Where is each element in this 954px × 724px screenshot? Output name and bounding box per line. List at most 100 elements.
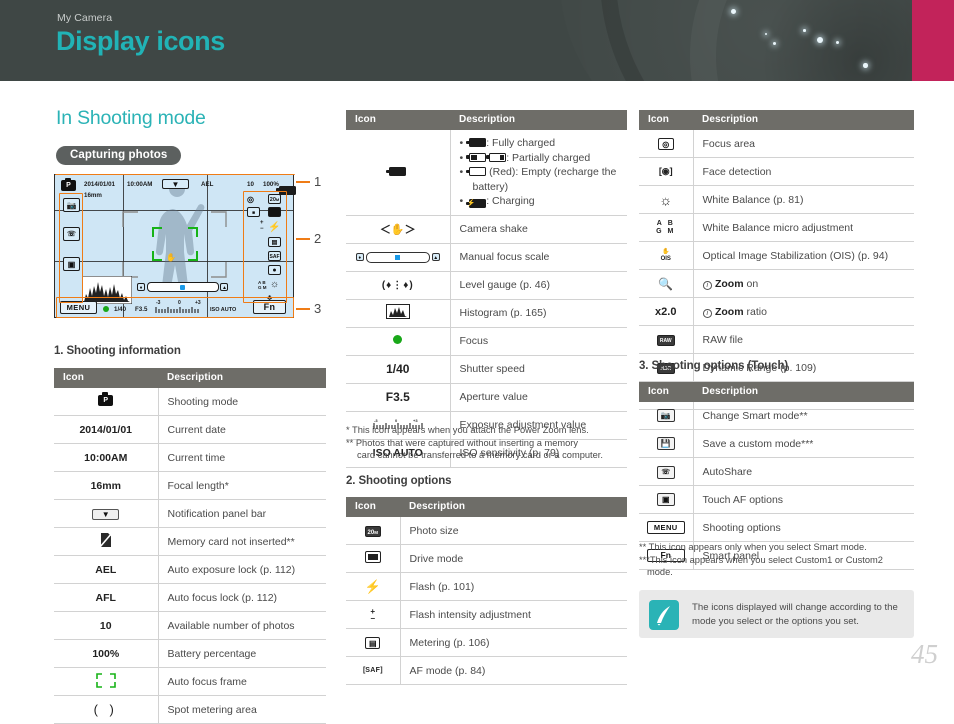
table-row: [◉] Face detection [639, 157, 914, 186]
svg-text:0: 0 [395, 418, 398, 423]
table-2-footnotes: * This icon appears when you attach the … [346, 424, 631, 462]
touch-af-icon: ▣ [639, 485, 693, 514]
focus-dot-icon [346, 327, 450, 356]
row-icon-text: F3.5 [346, 383, 450, 412]
footnote-line: * This icon appears when you attach the … [346, 425, 589, 435]
table-row: 10:00AM Current time [54, 443, 326, 472]
table-shooting-options: Icon Description 20M Photo size Drive mo… [346, 497, 627, 685]
level-gauge-icon: (♦⋮♦) [346, 271, 450, 300]
col-header-icon: Icon [346, 110, 450, 130]
camera-lcd-illustration: 2014/01/01 10:00AM ▼ AEL 10 100% 16mm ◎ … [54, 174, 296, 318]
battery-partial-icon [466, 152, 487, 162]
table-header-row: Icon Description [54, 368, 326, 388]
subsection-badge: Capturing photos [56, 146, 182, 165]
header-sparkle-dot [773, 42, 776, 45]
ois-icon: ✋ OIS [639, 241, 693, 270]
row-icon-text: AFL [54, 583, 158, 612]
table-row: [SAF] AF mode (p. 84) [346, 656, 627, 685]
row-desc: Level gauge (p. 46) [449, 271, 627, 300]
row-desc: Memory card not inserted** [157, 527, 326, 556]
row-desc: Histogram (p. 165) [449, 299, 627, 328]
callout-highlight-right-icons [243, 191, 287, 303]
callout-number-3: 3 [314, 301, 322, 316]
callout-leader-1 [296, 181, 310, 183]
table-row: ＜✋＞ Camera shake [346, 215, 627, 244]
col-header-description: Description [450, 110, 627, 130]
callout-highlight-3 [56, 297, 294, 318]
page-number: 45 [911, 639, 938, 669]
header-sparkle-dot [731, 9, 736, 14]
table-row-battery: : Fully charged : Partially charged (Red… [346, 130, 627, 216]
spot-metering-area-icon: ( ) [54, 695, 158, 724]
manual-page: My Camera Display icons In Shooting mode… [0, 0, 954, 724]
flash-intensity-icon: + − [346, 600, 400, 629]
row-desc: Face detection [692, 157, 914, 186]
table-row: AEL Auto exposure lock (p. 112) [54, 555, 326, 584]
note-text: The icons displayed will change accordin… [692, 601, 904, 628]
section-heading: In Shooting mode [56, 107, 206, 129]
footnote-line: card cannot be transferred to a memory c… [357, 450, 603, 461]
table-row: Shooting mode [54, 388, 326, 416]
row-desc: Notification panel bar [157, 499, 326, 528]
drive-mode-icon [346, 544, 400, 573]
i-prefix: i [702, 280, 713, 290]
footnote-line: ***This icon appears when you select Cus… [639, 554, 883, 565]
pen-icon [649, 600, 679, 630]
focus-area-icon: ◎ [639, 130, 693, 158]
table-row: Drive mode [346, 544, 627, 573]
row-icon-text: 1/40 [346, 355, 450, 384]
save-custom-mode-icon: 💾 [639, 429, 693, 458]
change-smart-mode-icon: 📷 [639, 402, 693, 430]
table-row: ( ) Spot metering area [54, 695, 326, 724]
face-detection-icon: [◉] [639, 157, 693, 186]
table-1-title: 1. Shooting information [54, 345, 181, 357]
row-icon-text: 16mm [54, 471, 158, 500]
table-row: ✋ OIS Optical Image Stabilization (OIS) (… [639, 241, 914, 270]
battery-low-icon [486, 152, 507, 162]
row-icon-text: 10:00AM [54, 443, 158, 472]
photo-size-icon: 20M [346, 517, 400, 545]
row-icon-text: x2.0 [639, 297, 693, 326]
wb-micro-adjustment-icon: A BG M [639, 213, 693, 242]
lcd-manual-focus-scale: ♦ ▲ [137, 282, 229, 292]
table-row: ☼ White Balance (p. 81) [639, 185, 914, 214]
header-sparkle-dot [836, 41, 839, 44]
row-desc: Auto focus lock (p. 112) [157, 583, 326, 612]
row-desc: RAW file [692, 325, 914, 354]
battery-state-item: ⚡: Charging [460, 194, 623, 209]
row-desc: Drive mode [399, 544, 627, 573]
row-desc: White Balance (p. 81) [692, 185, 914, 214]
table-row: RAW RAW file [639, 325, 914, 354]
header-sparkle-dot [765, 33, 767, 35]
row-icon-text: 2014/01/01 [54, 415, 158, 444]
row-desc: Change Smart mode** [692, 402, 914, 430]
header-sparkle-dot [803, 29, 806, 32]
callout-leader-2 [296, 238, 310, 240]
callout-highlight-1 [55, 174, 295, 192]
notification-panel-bar-icon: ▼ [54, 499, 158, 528]
battery-full-icon [466, 138, 487, 147]
row-desc: Shooting options [692, 513, 914, 542]
table-3-title: 2. Shooting options [346, 475, 452, 487]
table-row: Focus [346, 327, 627, 356]
note-line: mode you select or the options you set. [692, 615, 859, 627]
table-row: Auto focus frame [54, 667, 326, 696]
row-desc: Auto focus frame [157, 667, 326, 696]
table-shooting-information: Icon Description Shooting mode 2014/01/0… [54, 368, 326, 724]
table-row: 16mm Focal length* [54, 471, 326, 500]
no-memory-card-icon [54, 527, 158, 556]
camera-shake-icon: ＜✋＞ [346, 215, 450, 244]
table-row: A BG M White Balance micro adjustment [639, 213, 914, 242]
row-desc: AutoShare [692, 457, 914, 486]
row-desc: Save a custom mode*** [692, 429, 914, 458]
row-desc: Battery percentage [157, 639, 326, 668]
row-desc: Photo size [399, 517, 627, 545]
table-row: 10 Available number of photos [54, 611, 326, 640]
auto-focus-frame-icon [54, 667, 158, 696]
row-desc: Focus area [692, 130, 914, 158]
callout-leader-3 [296, 308, 310, 310]
af-mode-icon: [SAF] [346, 656, 400, 685]
zoom-word: Zoom [714, 277, 744, 290]
footnote-line: ** This icon appears only when you selec… [639, 542, 867, 552]
i-prefix: i [702, 308, 713, 318]
